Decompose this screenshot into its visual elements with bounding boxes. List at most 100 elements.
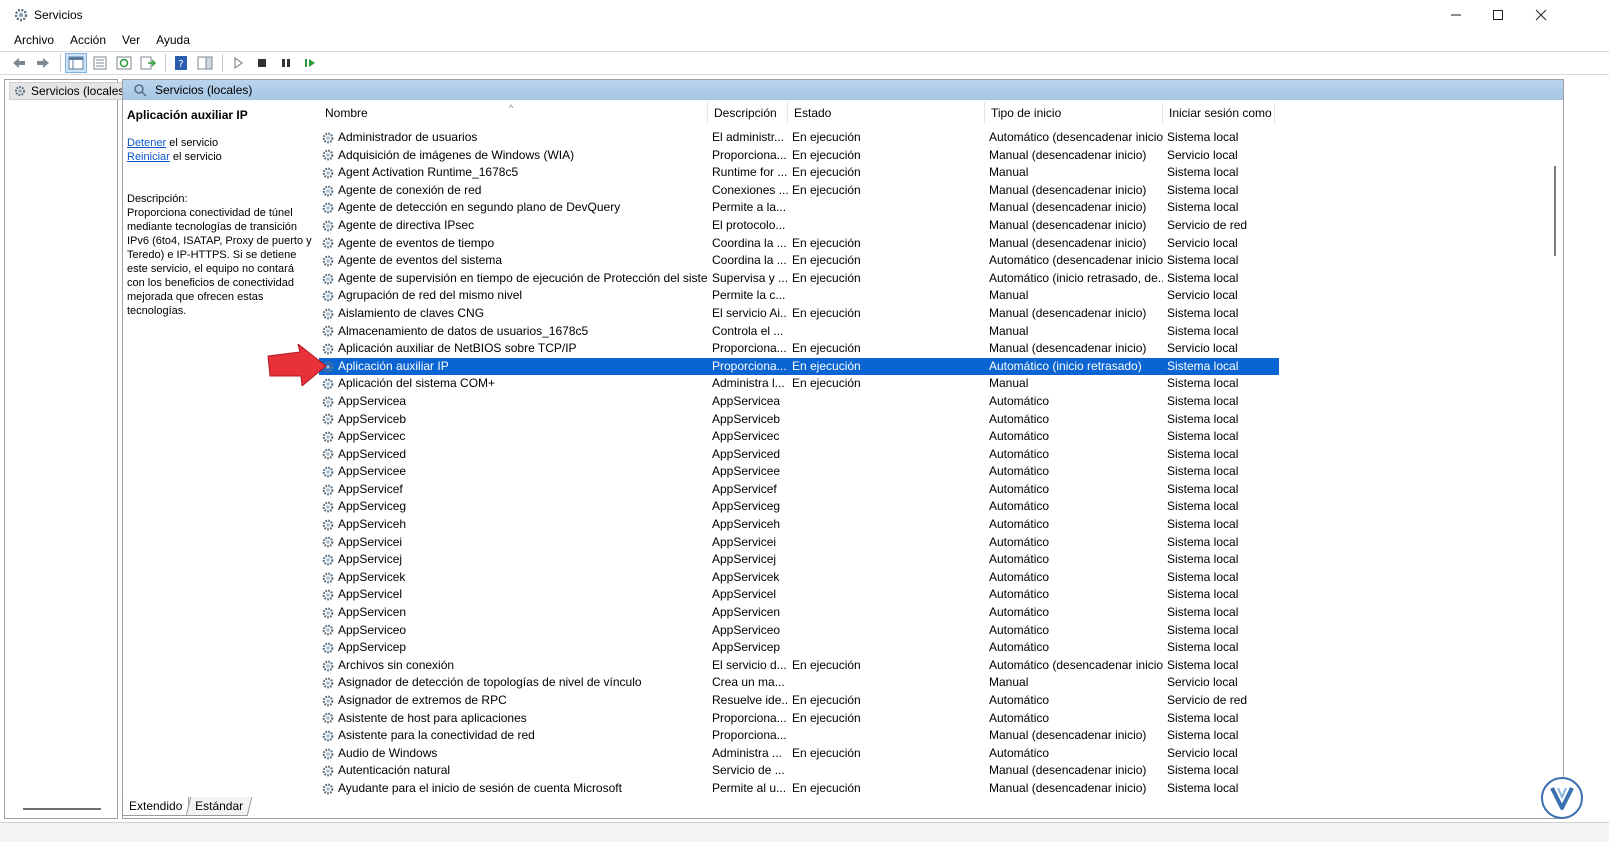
menu-bar: Archivo Acción Ver Ayuda xyxy=(0,30,1609,50)
table-row[interactable]: AppServicee AppServicee Automático Sistema … xyxy=(319,463,1279,481)
cell-logon-as: Servicio de red xyxy=(1167,693,1248,707)
tree-item-services-local[interactable]: Servicios (locales) xyxy=(9,82,133,100)
close-button[interactable] xyxy=(1518,0,1564,30)
stop-service-link[interactable]: Detener xyxy=(127,137,166,149)
back-button[interactable] xyxy=(8,53,30,73)
table-row[interactable]: AppServiceo AppServiceo Automático Sistema … xyxy=(319,622,1279,640)
minimize-button[interactable] xyxy=(1433,0,1479,30)
table-row[interactable]: Agente de directiva IPsec El protocolo...… xyxy=(319,217,1279,235)
horizontal-scrollbar[interactable] xyxy=(23,808,101,810)
tree-item-label: Servicios (locales) xyxy=(31,84,129,98)
cell-description: Administra l... xyxy=(712,376,785,391)
menu-ayuda[interactable]: Ayuda xyxy=(156,33,190,47)
service-name: Asignador de extremos de RPC xyxy=(338,693,507,707)
table-row[interactable]: Archivos sin conexión El servicio d... En … xyxy=(319,657,1279,675)
table-row[interactable]: Agente de supervisión en tiempo de ejecu… xyxy=(319,270,1279,288)
table-row[interactable]: Almacenamiento de datos de usuarios_1678… xyxy=(319,323,1279,341)
table-row[interactable]: Audio de Windows Administra ... En ejecuci… xyxy=(319,745,1279,763)
vertical-scrollbar[interactable] xyxy=(1549,100,1561,804)
table-row[interactable]: Administrador de usuarios El administr...… xyxy=(319,129,1279,147)
table-row[interactable]: Asistente de host para aplicaciones Propo… xyxy=(319,710,1279,728)
refresh-button[interactable] xyxy=(113,53,135,73)
table-row[interactable]: Aplicación auxiliar IP Proporciona... En e… xyxy=(319,357,1279,376)
stop-service-button[interactable] xyxy=(251,53,273,73)
gear-icon xyxy=(322,255,334,267)
table-row[interactable]: Aplicación del sistema COM+ Administra l.… xyxy=(319,375,1279,393)
table-row[interactable]: Agent Activation Runtime_1678c5 Runtime f… xyxy=(319,164,1279,182)
help-button[interactable]: ? xyxy=(170,53,192,73)
export-list-button[interactable] xyxy=(137,53,159,73)
column-header-logon-as[interactable]: Iniciar sesión como xyxy=(1163,102,1275,124)
table-row[interactable]: Agente de eventos de tiempo Coordina la .… xyxy=(319,235,1279,253)
show-hide-action-button[interactable] xyxy=(194,53,216,73)
table-row[interactable]: AppServicej AppServicej Automático Sistema … xyxy=(319,551,1279,569)
cell-state xyxy=(788,498,985,516)
table-row[interactable]: Autenticación natural Servicio de ... Manu… xyxy=(319,762,1279,780)
table-row[interactable]: AppServicek AppServicek Automático Sistema … xyxy=(319,569,1279,587)
menu-accion[interactable]: Acción xyxy=(70,33,106,47)
table-row[interactable]: AppServicei AppServicei Automático Sistema … xyxy=(319,534,1279,552)
cell-description: Proporciona... xyxy=(712,341,787,356)
cell-logon-as: Servicio local xyxy=(1167,288,1238,303)
menu-archivo[interactable]: Archivo xyxy=(14,33,54,47)
cell-state: En ejecución xyxy=(792,710,861,725)
console-tree-button[interactable] xyxy=(65,53,87,73)
table-row[interactable]: Agente de conexión de red Conexiones ... E… xyxy=(319,182,1279,200)
toolbar: ? xyxy=(0,51,1609,75)
table-row[interactable]: Adquisición de imágenes de Windows (WIA)… xyxy=(319,147,1279,165)
table-row[interactable]: AppServicel AppServicel Automático Sistema … xyxy=(319,586,1279,604)
cell-logon-as: Sistema local xyxy=(1167,780,1239,795)
start-service-button[interactable] xyxy=(227,53,249,73)
table-row[interactable]: Agente de detección en segundo plano de … xyxy=(319,199,1279,217)
column-header-state[interactable]: Estado xyxy=(788,102,985,124)
table-row[interactable]: AppServicef AppServicef Automático Sistema … xyxy=(319,481,1279,499)
cell-description: El administr... xyxy=(712,130,785,144)
table-row[interactable]: AppServicea AppServicea Automático Sistema … xyxy=(319,393,1279,411)
cell-logon-as: Servicio local xyxy=(1167,341,1238,356)
table-row[interactable]: AppServicep AppServicep Automático Sistema … xyxy=(319,639,1279,657)
gear-icon xyxy=(322,431,334,443)
table-row[interactable]: Agente de eventos del sistema Coordina la… xyxy=(319,252,1279,270)
restart-service-link[interactable]: Reiniciar xyxy=(127,151,170,163)
maximize-button[interactable] xyxy=(1475,0,1521,30)
table-row[interactable]: Agrupación de red del mismo nivel Permite… xyxy=(319,287,1279,305)
tab-standard[interactable]: Estándar xyxy=(186,797,253,816)
table-row[interactable]: Aislamiento de claves CNG El servicio Ai.… xyxy=(319,305,1279,323)
table-row[interactable]: AppServicen AppServicen Automático Sistema … xyxy=(319,604,1279,622)
restart-service-button[interactable] xyxy=(299,53,321,73)
gear-icon xyxy=(322,519,334,531)
table-row[interactable]: Asignador de detección de topologías de … xyxy=(319,674,1279,692)
table-row[interactable]: AppServiced AppServiced Automático Sistema … xyxy=(319,446,1279,464)
cell-startup-type: Automático xyxy=(989,411,1050,426)
menu-ver[interactable]: Ver xyxy=(122,33,140,47)
table-body: Administrador de usuarios El administr...… xyxy=(319,129,1279,798)
cell-state: En ejecución xyxy=(792,745,861,760)
column-header-description[interactable]: Descripción xyxy=(708,102,788,124)
table-row[interactable]: AppServicec AppServicec Automático Sistema … xyxy=(319,428,1279,446)
column-header-startup-type[interactable]: Tipo de inicio xyxy=(985,102,1163,124)
tab-extended[interactable]: Extendido xyxy=(122,797,190,816)
table-row[interactable]: Asistente para la conectividad de red Pro… xyxy=(319,727,1279,745)
table-row[interactable]: AppServiceb AppServiceb Automático Sistema … xyxy=(319,411,1279,429)
table-row[interactable]: AppServiceg AppServiceg Automático Sistema … xyxy=(319,498,1279,516)
table-row[interactable]: Asignador de extremos de RPC Resuelve ide… xyxy=(319,692,1279,710)
pause-service-button[interactable] xyxy=(275,53,297,73)
cell-name: Asignador de detección de topologías de … xyxy=(319,674,708,692)
column-header-name[interactable]: Nombre ^ xyxy=(319,102,708,124)
cell-startup-type: Manual xyxy=(989,288,1029,303)
gear-icon xyxy=(322,625,334,636)
cell-name: AppServicen xyxy=(319,604,708,622)
service-name: Archivos sin conexión xyxy=(338,657,455,672)
table-row[interactable]: AppServiceh AppServiceh Automático Sistema … xyxy=(319,516,1279,534)
table-row[interactable]: Ayudante para el inicio de sesión de cue… xyxy=(319,780,1279,798)
forward-button[interactable] xyxy=(32,53,54,73)
action-pane-icon xyxy=(197,56,213,70)
properties-button[interactable] xyxy=(89,53,111,73)
cell-name: Asistente de host para aplicaciones xyxy=(319,710,708,728)
cell-logon-as: Sistema local xyxy=(1167,253,1239,268)
cell-startup-type: Manual (desencadenar inicio) xyxy=(989,217,1147,232)
table-row[interactable]: Aplicación auxiliar de NetBIOS sobre TCP… xyxy=(319,340,1279,358)
cell-name: Aplicación del sistema COM+ xyxy=(319,375,708,393)
cell-description: AppServicec xyxy=(712,429,780,444)
scrollbar-thumb[interactable] xyxy=(1554,166,1556,256)
